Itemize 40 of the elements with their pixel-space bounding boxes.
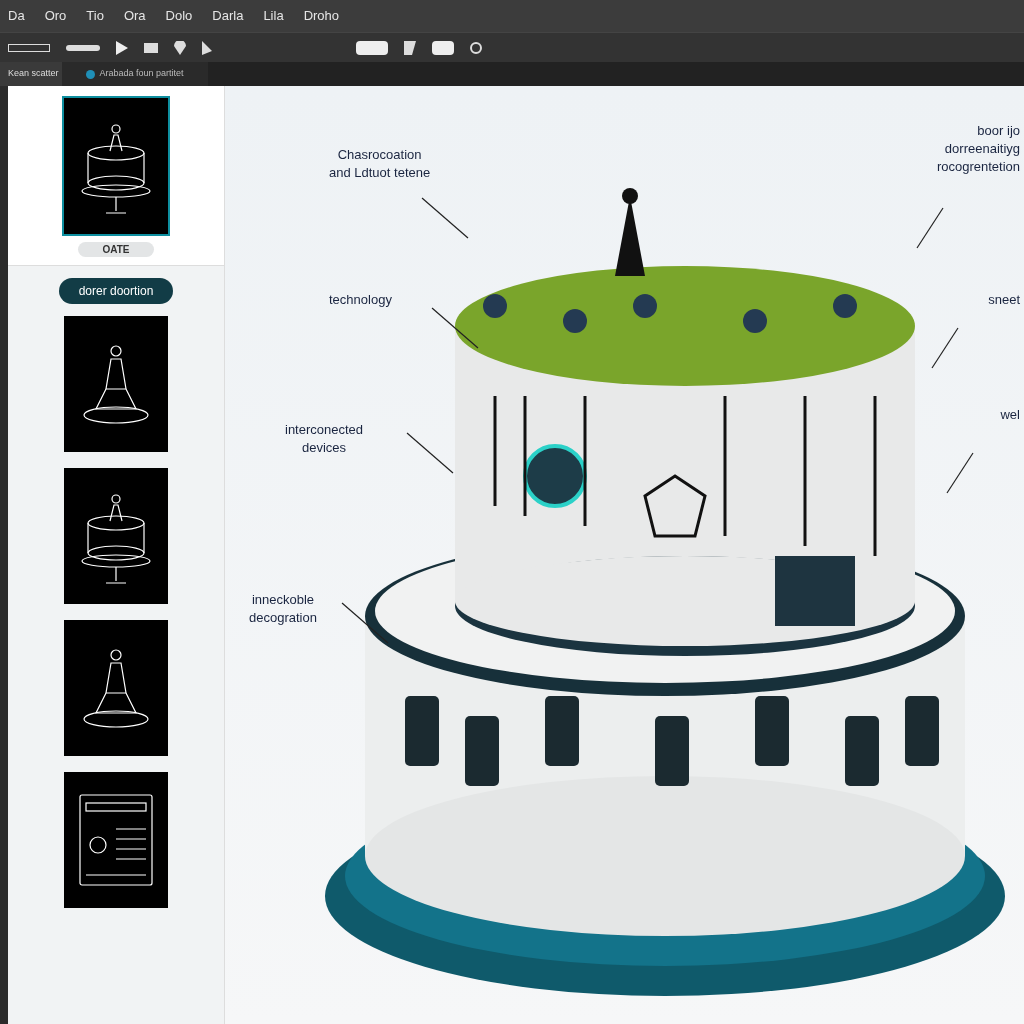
preview-label: OATE — [78, 242, 154, 257]
menu-item[interactable]: Oro — [44, 6, 67, 26]
annotation-label: interconected devices — [284, 421, 364, 457]
annotation-label: sneet — [988, 291, 1021, 309]
menu-item[interactable]: Tio — [86, 6, 104, 26]
leader-line — [430, 306, 480, 350]
annotation-label: technology — [328, 291, 392, 309]
menu-item[interactable]: Ora — [123, 6, 146, 26]
menu-item[interactable]: Dolo — [165, 6, 193, 26]
thumbnail[interactable] — [64, 468, 168, 604]
globe-icon — [86, 69, 96, 79]
leader-line — [340, 601, 390, 645]
play-icon[interactable] — [116, 40, 128, 55]
menu-item[interactable]: Lila — [263, 6, 284, 26]
thumbnail[interactable] — [64, 620, 168, 756]
annotation-label: Chasrocoation and Ldtuot tetene — [328, 146, 431, 182]
thumbnail[interactable] — [64, 316, 168, 452]
leader-line — [915, 206, 945, 250]
thumbnail[interactable] — [64, 772, 168, 908]
annotation-label: inneckoble decogration — [248, 591, 317, 627]
toolbar-field[interactable] — [356, 40, 388, 55]
annotation-label: boor ijo dorreenaitiyg rocogrentetion — [936, 122, 1021, 176]
thumbnail[interactable] — [64, 98, 168, 234]
menu-item[interactable]: Darla — [212, 6, 244, 26]
line-tool-icon[interactable] — [8, 43, 50, 52]
leader-line — [945, 451, 975, 495]
leader-line — [405, 431, 455, 475]
frame-tool-icon[interactable] — [144, 42, 158, 53]
document-tab[interactable]: Arabada foun partitet — [62, 62, 208, 86]
action-button[interactable]: dorer doortion — [58, 278, 174, 304]
slider-tool-icon[interactable] — [66, 44, 100, 51]
toolbar-field[interactable] — [432, 40, 454, 55]
cursor-icon[interactable] — [202, 40, 212, 55]
menu-item[interactable]: Da — [8, 6, 25, 26]
document-tab[interactable]: Kean scatter — [0, 62, 62, 86]
annotation-label: wel — [1000, 406, 1021, 424]
pin-icon[interactable] — [174, 40, 186, 55]
menu-item[interactable]: Droho — [303, 6, 340, 26]
leader-line — [420, 196, 470, 240]
leader-line — [930, 326, 960, 370]
